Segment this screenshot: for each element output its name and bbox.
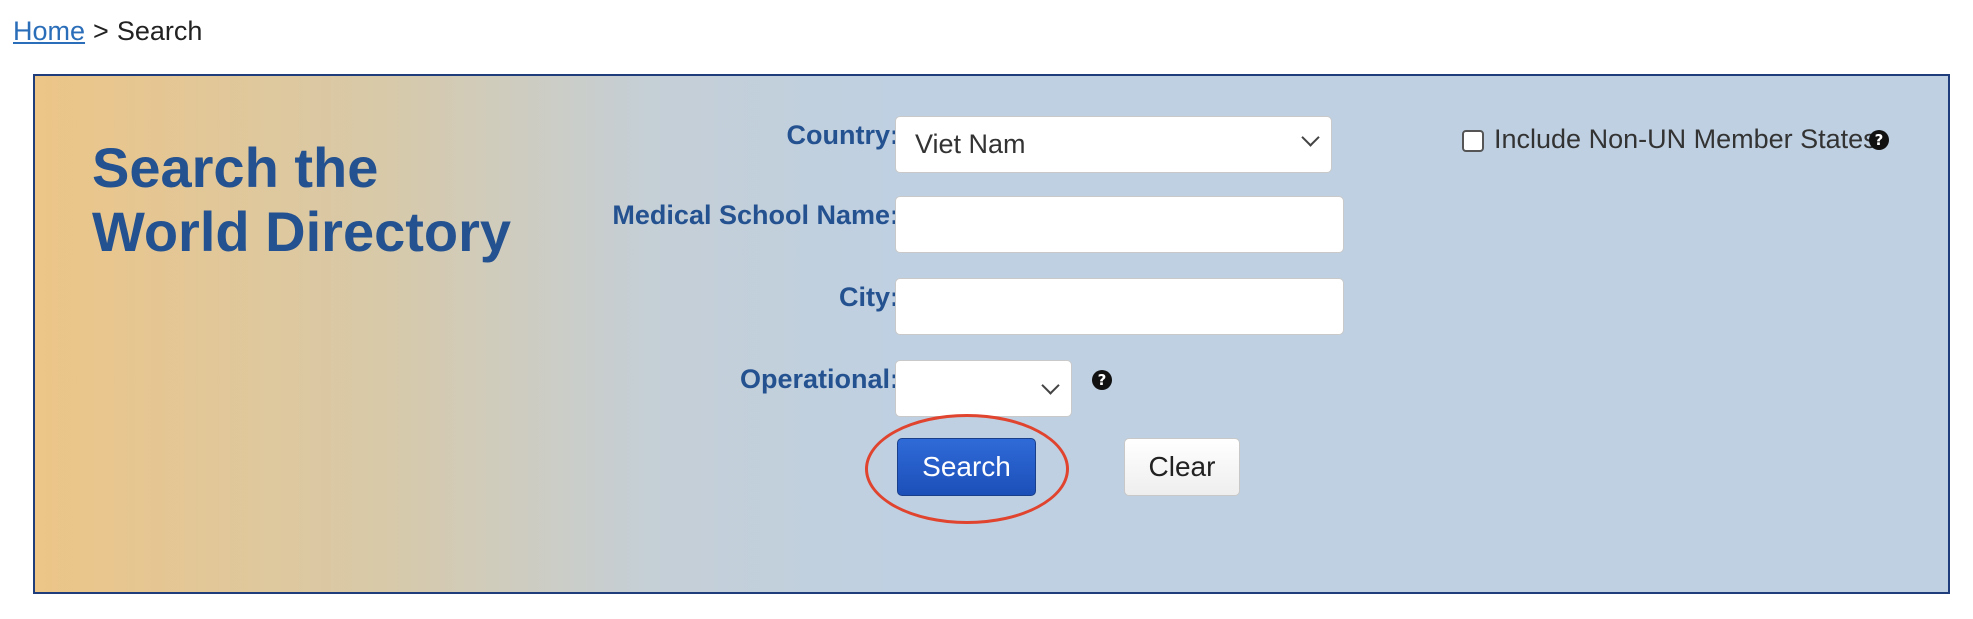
question-circle-icon[interactable]: ? (1869, 130, 1889, 150)
breadcrumb-home-link[interactable]: Home (13, 16, 85, 46)
page-title: Search the World Directory (92, 136, 511, 264)
city-input[interactable] (895, 278, 1344, 335)
country-select[interactable]: Viet Nam (895, 116, 1332, 173)
country-label: Country: (786, 120, 899, 150)
breadcrumb-separator: > (93, 16, 109, 46)
include-non-un-label: Include Non-UN Member States (1494, 124, 1877, 154)
country-select-value: Viet Nam (915, 129, 1026, 159)
operational-select[interactable] (895, 360, 1072, 417)
question-circle-icon[interactable]: ? (1092, 370, 1112, 390)
search-button[interactable]: Search (897, 438, 1036, 496)
chevron-down-icon (1301, 128, 1320, 147)
include-non-un-checkbox[interactable] (1462, 130, 1484, 152)
operational-label: Operational: (739, 364, 899, 394)
search-panel: Search the World Directory Country: Viet… (33, 74, 1950, 594)
school-name-input[interactable] (895, 196, 1344, 253)
breadcrumb: Home > Search (13, 16, 202, 47)
page-title-line1: Search the (92, 136, 379, 199)
chevron-down-icon (1041, 376, 1060, 395)
page-title-line2: World Directory (92, 200, 512, 263)
clear-button[interactable]: Clear (1124, 438, 1240, 496)
breadcrumb-current: Search (116, 16, 203, 46)
city-label: City: (839, 282, 899, 312)
school-name-label: Medical School Name: (612, 200, 899, 230)
